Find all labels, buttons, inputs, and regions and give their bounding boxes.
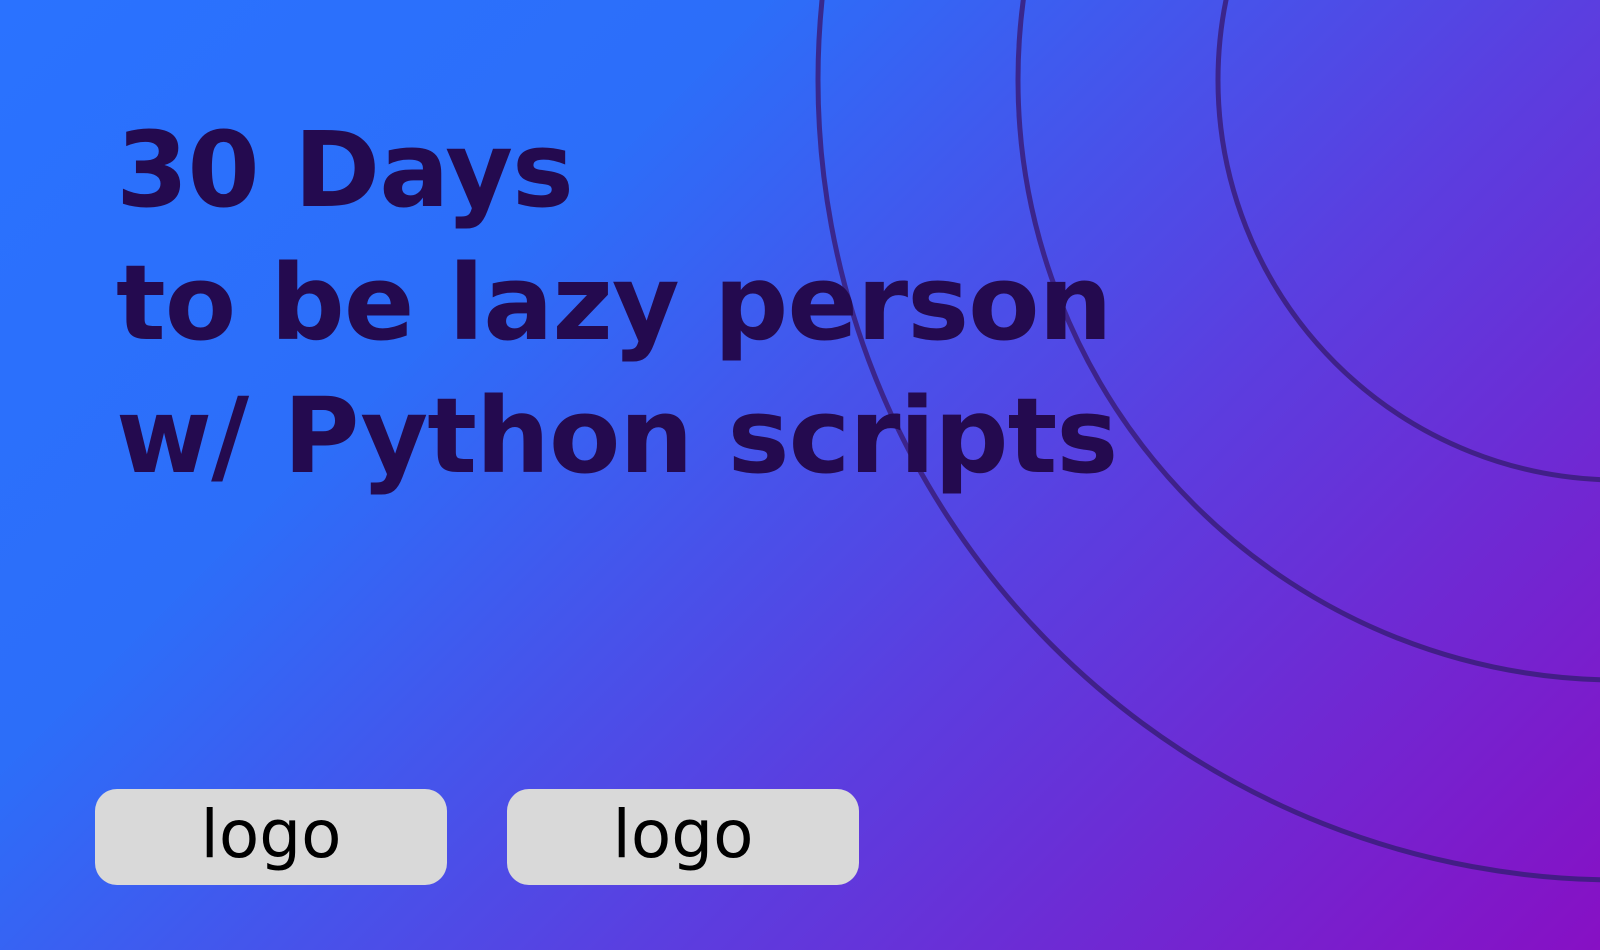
headline: 30 Days to be lazy person w/ Python scri…: [116, 104, 1118, 503]
headline-line-1: 30 Days: [116, 109, 574, 231]
logo-placeholder-label: logo: [200, 796, 342, 873]
logo-row: logo logo: [95, 789, 859, 885]
headline-line-2: to be lazy person: [116, 242, 1113, 364]
logo-placeholder-1: logo: [95, 789, 447, 885]
headline-line-3: w/ Python scripts: [116, 375, 1118, 497]
logo-placeholder-label: logo: [612, 796, 754, 873]
ring-inner: [1215, 0, 1600, 482]
logo-placeholder-2: logo: [507, 789, 859, 885]
